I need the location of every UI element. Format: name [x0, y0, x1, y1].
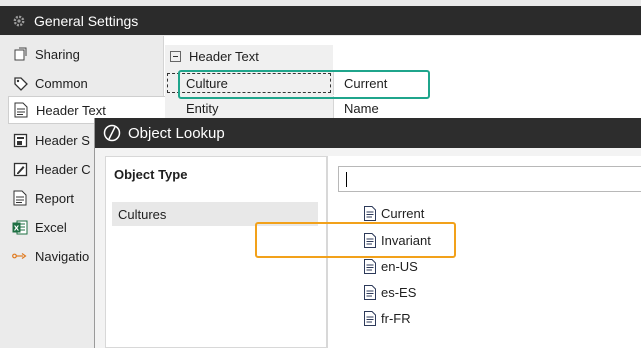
- tab-sharing[interactable]: Sharing: [12, 40, 164, 68]
- svg-text:X: X: [14, 224, 20, 232]
- invariant-highlight: [255, 222, 456, 258]
- share-icon: [12, 46, 28, 62]
- result-label: Current: [381, 205, 425, 221]
- tab-header-custom-label: Header C: [35, 161, 91, 177]
- search-input[interactable]: [338, 166, 641, 192]
- result-item-current[interactable]: Current: [363, 203, 424, 223]
- property-section-label: Header Text: [189, 48, 259, 64]
- settings-title: General Settings: [34, 12, 139, 29]
- document-icon: [363, 310, 376, 326]
- result-label: es-ES: [381, 284, 417, 300]
- property-row-entity[interactable]: Entity Name: [165, 96, 641, 120]
- result-item-es-es[interactable]: es-ES: [363, 282, 416, 302]
- property-name-entity[interactable]: Entity: [165, 96, 333, 120]
- tab-report-label: Report: [35, 190, 75, 206]
- tab-sharing-label: Sharing: [35, 46, 80, 62]
- tab-header-style-label: Header S: [35, 132, 90, 148]
- settings-titlebar-bar: General Settings: [0, 6, 641, 35]
- text-caret: [346, 172, 347, 187]
- culture-row-highlight: [178, 70, 430, 99]
- document-icon: [363, 205, 376, 221]
- result-item-fr-fr[interactable]: fr-FR: [363, 308, 411, 328]
- document-icon: [13, 102, 29, 118]
- gear-icon: [8, 10, 30, 32]
- tab-header-text-label: Header Text: [36, 102, 106, 118]
- tag-icon: [12, 75, 28, 91]
- settings-titlebar: General Settings: [0, 0, 641, 36]
- app-logo-icon: [101, 122, 123, 144]
- result-label: fr-FR: [381, 310, 411, 326]
- tab-excel-label: Excel: [35, 219, 67, 235]
- tab-navigation-label: Navigatio: [35, 248, 90, 264]
- tab-common-label: Common: [35, 75, 88, 91]
- collapse-icon[interactable]: [170, 50, 181, 62]
- header-custom-icon: [12, 161, 28, 177]
- header-style-icon: [12, 132, 28, 148]
- document-icon: [363, 258, 376, 274]
- dialog-titlebar: Object Lookup: [95, 118, 641, 148]
- result-item-en-us[interactable]: en-US: [363, 256, 418, 276]
- property-value-entity[interactable]: Name: [333, 96, 641, 120]
- tab-common[interactable]: Common: [12, 69, 164, 97]
- property-section-header[interactable]: Header Text: [165, 45, 641, 67]
- document-icon: [363, 284, 376, 300]
- result-label: en-US: [381, 258, 418, 274]
- dialog-title: Object Lookup: [128, 124, 225, 142]
- report-icon: [12, 190, 28, 206]
- navigation-icon: [12, 248, 28, 264]
- object-type-header: Object Type: [114, 167, 188, 182]
- excel-icon: X: [12, 219, 28, 235]
